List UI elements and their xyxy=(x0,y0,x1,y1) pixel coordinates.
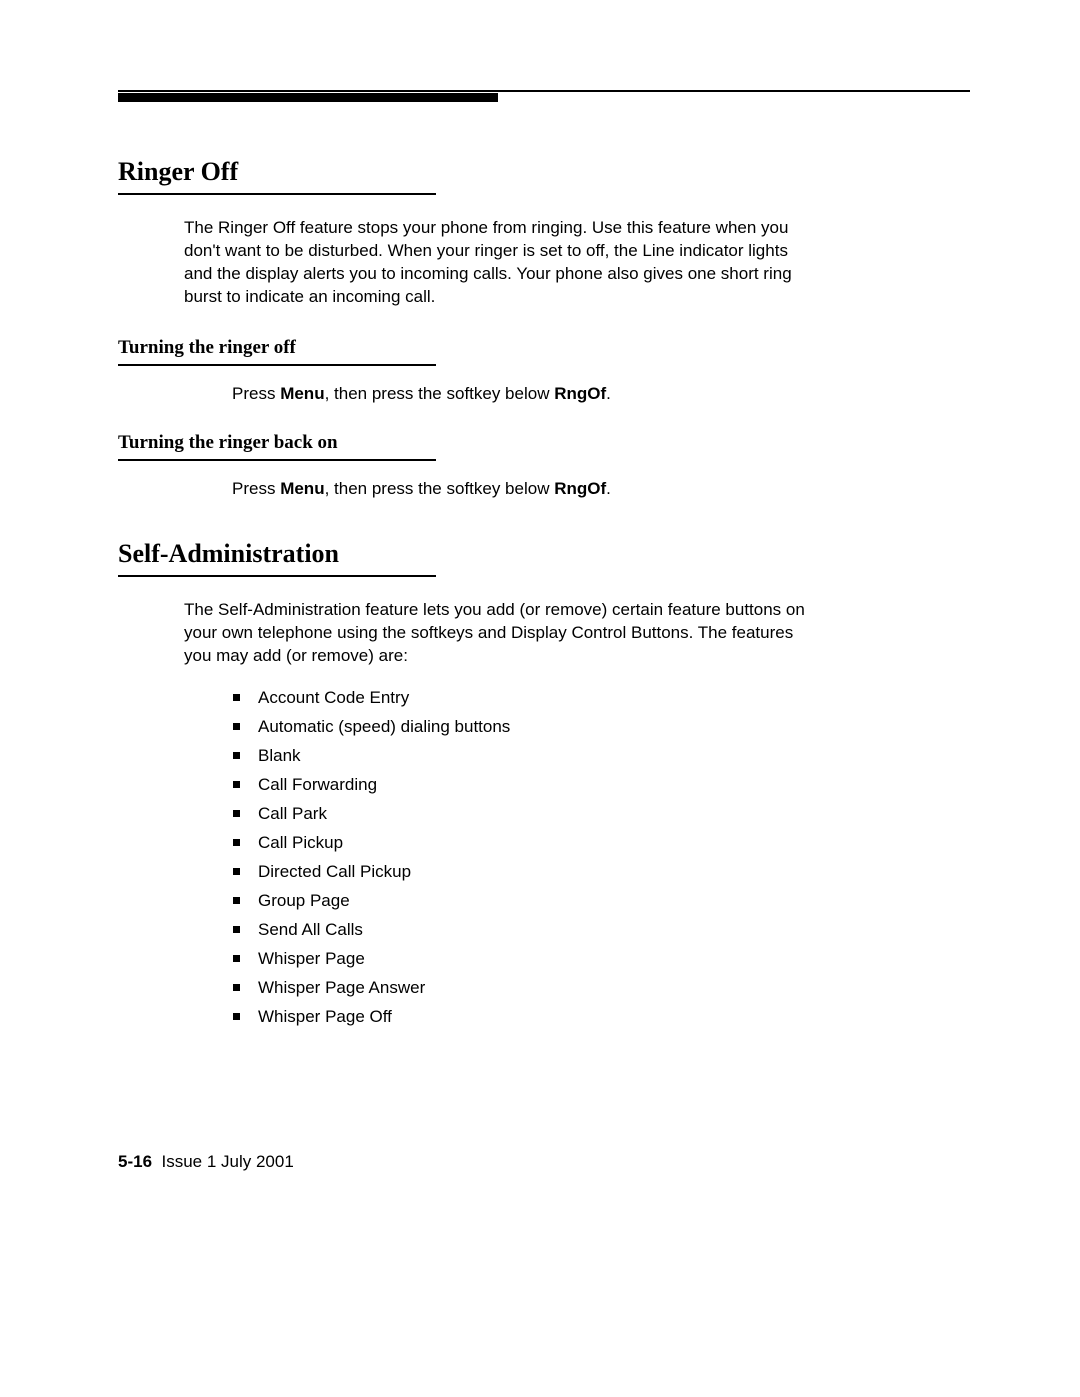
text: , then press the softkey below xyxy=(325,479,555,498)
bullet-icon xyxy=(233,897,240,904)
subheading-rule xyxy=(118,364,436,366)
text: Press xyxy=(232,479,280,498)
feature-list: Account Code Entry Automatic (speed) dial… xyxy=(233,688,970,1027)
list-item: Blank xyxy=(233,746,970,766)
bullet-icon xyxy=(233,926,240,933)
heading-rule xyxy=(118,575,436,577)
list-item-label: Whisper Page xyxy=(258,949,365,969)
subheading-turn-off: Turning the ringer off xyxy=(118,337,970,359)
heading-ringer-off: Ringer Off xyxy=(118,157,970,187)
bullet-icon xyxy=(233,752,240,759)
page-number: 5-16 xyxy=(118,1152,152,1171)
rngof-key: RngOf xyxy=(554,479,606,498)
bullet-icon xyxy=(233,723,240,730)
list-item: Call Pickup xyxy=(233,833,970,853)
bullet-icon xyxy=(233,810,240,817)
bullet-icon xyxy=(233,839,240,846)
list-item: Group Page xyxy=(233,891,970,911)
subheading-turn-on: Turning the ringer back on xyxy=(118,432,970,454)
list-item: Whisper Page xyxy=(233,949,970,969)
list-item-label: Automatic (speed) dialing buttons xyxy=(258,717,510,737)
list-item-label: Send All Calls xyxy=(258,920,363,940)
list-item-label: Account Code Entry xyxy=(258,688,409,708)
list-item-label: Call Forwarding xyxy=(258,775,377,795)
step-turn-off: Press Menu, then press the softkey below… xyxy=(232,384,970,404)
heading-self-admin: Self-Administration xyxy=(118,539,970,569)
heading-rule xyxy=(118,193,436,195)
list-item: Account Code Entry xyxy=(233,688,970,708)
text: . xyxy=(606,384,611,403)
text: . xyxy=(606,479,611,498)
para-self-admin: The Self-Administration feature lets you… xyxy=(184,599,814,668)
bullet-icon xyxy=(233,781,240,788)
menu-key: Menu xyxy=(280,479,324,498)
list-item: Directed Call Pickup xyxy=(233,862,970,882)
list-item-label: Group Page xyxy=(258,891,350,911)
text: Press xyxy=(232,384,280,403)
text: , then press the softkey below xyxy=(325,384,555,403)
bullet-icon xyxy=(233,955,240,962)
bullet-icon xyxy=(233,694,240,701)
para-ringer-off: The Ringer Off feature stops your phone … xyxy=(184,217,814,309)
bullet-icon xyxy=(233,1013,240,1020)
list-item-label: Call Park xyxy=(258,804,327,824)
list-item-label: Call Pickup xyxy=(258,833,343,853)
top-rule xyxy=(118,90,970,92)
list-item: Call Forwarding xyxy=(233,775,970,795)
list-item-label: Whisper Page Off xyxy=(258,1007,392,1027)
bullet-icon xyxy=(233,984,240,991)
issue-text: Issue 1 July 2001 xyxy=(161,1152,293,1171)
step-turn-on: Press Menu, then press the softkey below… xyxy=(232,479,970,499)
list-item-label: Whisper Page Answer xyxy=(258,978,425,998)
list-item: Automatic (speed) dialing buttons xyxy=(233,717,970,737)
list-item: Call Park xyxy=(233,804,970,824)
list-item-label: Blank xyxy=(258,746,301,766)
bullet-icon xyxy=(233,868,240,875)
top-thick-bar xyxy=(118,93,498,102)
subheading-rule xyxy=(118,459,436,461)
list-item-label: Directed Call Pickup xyxy=(258,862,411,882)
list-item: Whisper Page Answer xyxy=(233,978,970,998)
list-item: Whisper Page Off xyxy=(233,1007,970,1027)
page-footer: 5-16 Issue 1 July 2001 xyxy=(118,1152,294,1172)
list-item: Send All Calls xyxy=(233,920,970,940)
menu-key: Menu xyxy=(280,384,324,403)
rngof-key: RngOf xyxy=(554,384,606,403)
